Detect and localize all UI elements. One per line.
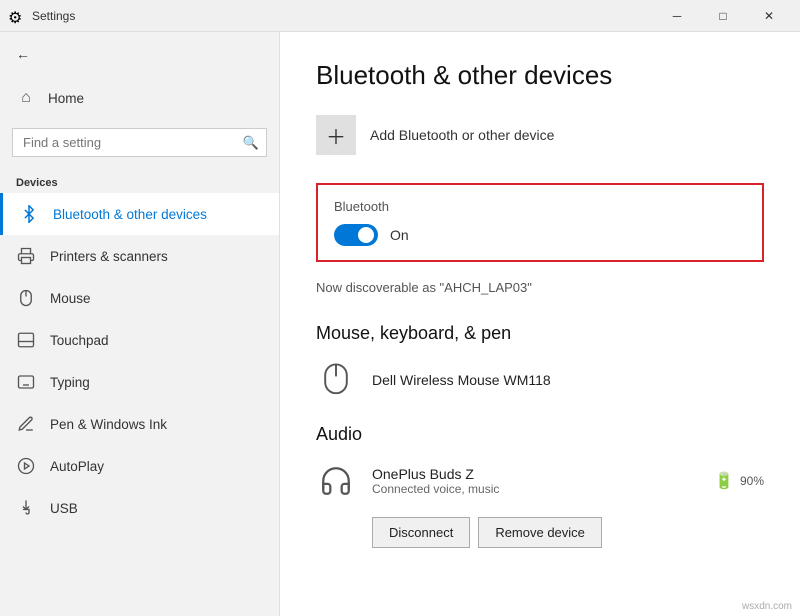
sidebar-item-touchpad[interactable]: Touchpad (0, 319, 279, 361)
bluetooth-heading: Bluetooth (334, 199, 746, 214)
home-label: Home (48, 91, 84, 106)
usb-icon (16, 498, 36, 518)
disconnect-button[interactable]: Disconnect (372, 517, 470, 548)
printer-icon (16, 246, 36, 266)
add-device-button[interactable]: ＋ Add Bluetooth or other device (316, 115, 554, 155)
sidebar-item-pen[interactable]: Pen & Windows Ink (0, 403, 279, 445)
bluetooth-icon (19, 204, 39, 224)
home-icon: ⌂ (16, 88, 36, 108)
page-title: Bluetooth & other devices (316, 60, 764, 91)
minimize-button[interactable]: ─ (654, 0, 700, 32)
touchpad-label: Touchpad (50, 333, 109, 348)
mouse-device-icon (316, 360, 356, 400)
back-button[interactable]: ← (0, 32, 279, 76)
sidebar-item-home[interactable]: ⌂ Home (0, 76, 279, 120)
devices-section-label: Devices (0, 169, 279, 193)
bluetooth-toggle[interactable] (334, 224, 378, 246)
headphones-icon (316, 461, 356, 501)
touchpad-icon (16, 330, 36, 350)
mouse-label: Mouse (50, 291, 91, 306)
sidebar: ← ⌂ Home 🔍 Devices Bluetooth & other dev… (0, 32, 280, 616)
mouse-section: Mouse, keyboard, & pen Dell Wireless Mou… (316, 323, 764, 400)
search-input[interactable] (12, 128, 267, 157)
maximize-button[interactable]: □ (700, 0, 746, 32)
title-bar-label: Settings (32, 9, 654, 23)
battery-icon: 🔋 (714, 471, 734, 491)
audio-device-name: OnePlus Buds Z (372, 466, 698, 482)
sidebar-item-printers[interactable]: Printers & scanners (0, 235, 279, 277)
discoverable-text: Now discoverable as "AHCH_LAP03" (316, 280, 764, 295)
sidebar-item-autoplay[interactable]: AutoPlay (0, 445, 279, 487)
add-icon: ＋ (316, 115, 356, 155)
settings-icon: ⚙ (8, 8, 24, 24)
bluetooth-toggle-label: On (390, 227, 409, 243)
close-button[interactable]: ✕ (746, 0, 792, 32)
bluetooth-label: Bluetooth & other devices (53, 207, 207, 222)
autoplay-icon (16, 456, 36, 476)
sidebar-item-mouse[interactable]: Mouse (0, 277, 279, 319)
sidebar-item-usb[interactable]: USB (0, 487, 279, 529)
audio-device-status: Connected voice, music (372, 482, 698, 496)
mouse-device-name: Dell Wireless Mouse WM118 (372, 372, 764, 388)
mouse-device-info: Dell Wireless Mouse WM118 (372, 372, 764, 388)
bluetooth-section: Bluetooth On (316, 183, 764, 262)
toggle-thumb (358, 227, 374, 243)
mouse-device-item: Dell Wireless Mouse WM118 (316, 360, 764, 400)
mouse-icon (16, 288, 36, 308)
typing-label: Typing (50, 375, 90, 390)
window-controls: ─ □ ✕ (654, 0, 792, 32)
sidebar-item-bluetooth[interactable]: Bluetooth & other devices (0, 193, 279, 235)
remove-device-button[interactable]: Remove device (478, 517, 602, 548)
toggle-track (334, 224, 378, 246)
search-box: 🔍 (12, 128, 267, 157)
usb-label: USB (50, 501, 78, 516)
sidebar-item-typing[interactable]: Typing (0, 361, 279, 403)
main-content: Bluetooth & other devices ＋ Add Bluetoot… (280, 32, 800, 616)
audio-device-info: OnePlus Buds Z Connected voice, music (372, 466, 698, 496)
device-actions: Disconnect Remove device (316, 517, 764, 548)
audio-section-title: Audio (316, 424, 764, 445)
battery-indicator: 🔋 90% (714, 471, 764, 491)
autoplay-label: AutoPlay (50, 459, 104, 474)
pen-icon (16, 414, 36, 434)
mouse-section-title: Mouse, keyboard, & pen (316, 323, 764, 344)
app-body: ← ⌂ Home 🔍 Devices Bluetooth & other dev… (0, 32, 800, 616)
battery-level: 90% (740, 474, 764, 488)
watermark: wsxdn.com (742, 601, 792, 612)
typing-icon (16, 372, 36, 392)
audio-section: Audio OnePlus Buds Z Connected voice, mu… (316, 424, 764, 548)
title-bar: ⚙ Settings ─ □ ✕ (0, 0, 800, 32)
search-icon: 🔍 (243, 135, 259, 151)
back-arrow-icon: ← (16, 46, 30, 62)
printers-label: Printers & scanners (50, 249, 168, 264)
add-device-label: Add Bluetooth or other device (370, 127, 554, 143)
pen-label: Pen & Windows Ink (50, 417, 167, 432)
audio-device-item: OnePlus Buds Z Connected voice, music 🔋 … (316, 461, 764, 501)
bluetooth-toggle-row: On (334, 224, 746, 246)
